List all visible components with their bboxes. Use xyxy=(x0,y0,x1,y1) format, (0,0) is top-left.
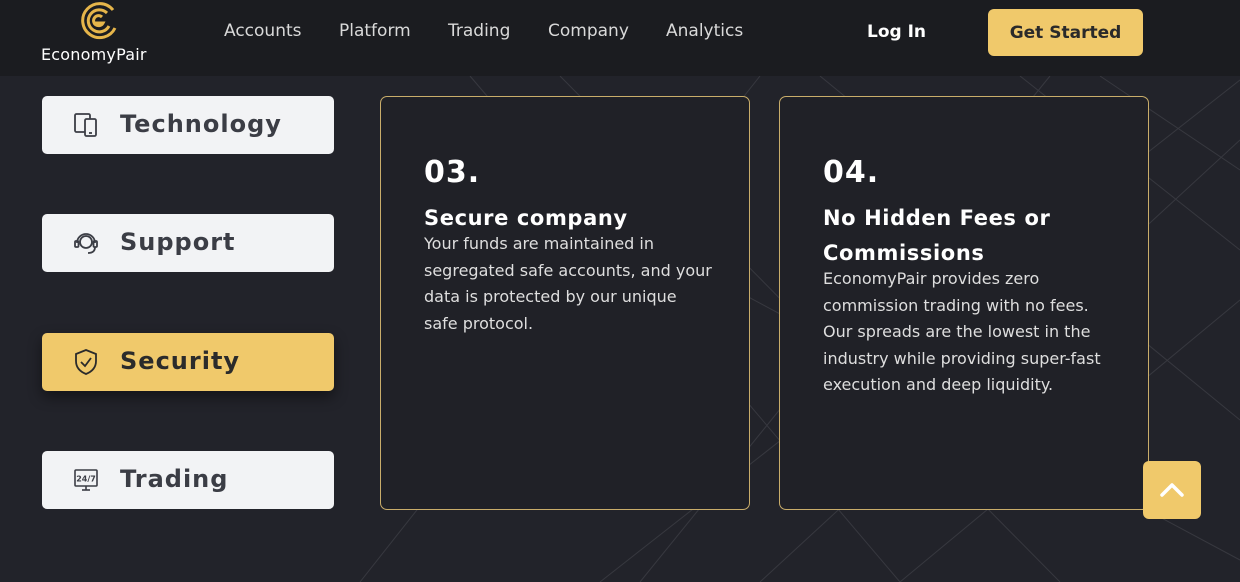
brand-logo[interactable]: EconomyPair xyxy=(40,0,170,76)
logo-mark-icon xyxy=(81,2,117,40)
shield-check-icon xyxy=(75,349,97,375)
feature-card-secure-company: 03. Secure company Your funds are mainta… xyxy=(380,96,750,510)
card-number: 03. xyxy=(424,155,481,190)
support-agent-icon xyxy=(74,233,98,254)
login-link[interactable]: Log In xyxy=(867,22,926,42)
get-started-button[interactable]: Get Started xyxy=(988,9,1143,56)
feature-card-no-hidden-fees: 04. No Hidden Fees or Commissions Econom… xyxy=(779,96,1149,510)
tab-label: Support xyxy=(120,228,236,256)
chevron-up-icon xyxy=(1160,483,1184,497)
tab-label: Trading xyxy=(120,465,229,493)
card-description: EconomyPair provides zero commission tra… xyxy=(823,269,1101,394)
tab-label: Technology xyxy=(120,110,282,138)
top-navbar: EconomyPair Accounts Platform Trading Co… xyxy=(0,0,1240,76)
nav-item-analytics[interactable]: Analytics xyxy=(666,21,743,41)
card-title: No Hidden Fees or Commissions xyxy=(823,206,1051,265)
devices-icon xyxy=(74,113,97,137)
nav-item-trading[interactable]: Trading xyxy=(448,21,510,41)
tab-support[interactable]: Support xyxy=(42,214,334,272)
card-number: 04. xyxy=(823,155,880,190)
tab-security[interactable]: Security xyxy=(42,333,334,391)
nav-item-company[interactable]: Company xyxy=(548,21,629,41)
nav-item-platform[interactable]: Platform xyxy=(339,21,411,41)
brand-name: EconomyPair xyxy=(41,45,147,64)
tab-label: Security xyxy=(120,347,241,375)
tab-technology[interactable]: Technology xyxy=(42,96,334,154)
24-7-monitor-icon: 24/7 xyxy=(74,469,98,491)
scroll-to-top-button[interactable] xyxy=(1143,461,1201,519)
card-description: Your funds are maintained in segregated … xyxy=(424,234,712,333)
svg-text:24/7: 24/7 xyxy=(76,475,96,484)
tab-trading[interactable]: 24/7 Trading xyxy=(42,451,334,509)
nav-item-accounts[interactable]: Accounts xyxy=(224,21,302,41)
